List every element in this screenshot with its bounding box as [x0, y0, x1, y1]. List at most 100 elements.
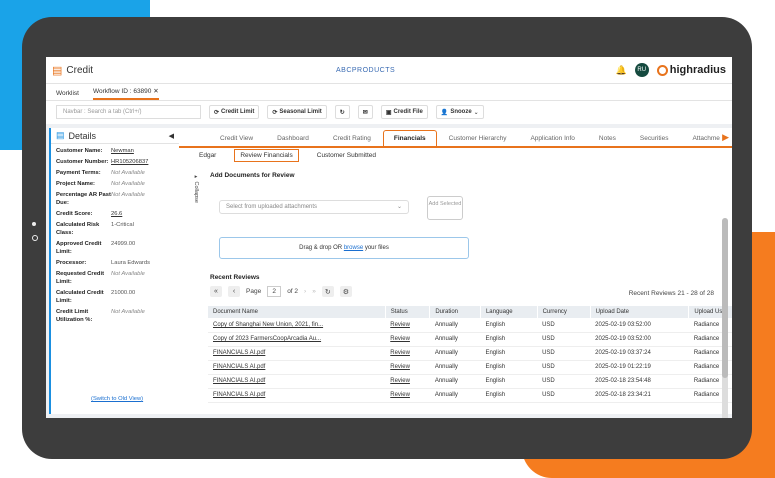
column-header[interactable]: Language [480, 306, 538, 318]
tab-financials[interactable]: Financials [382, 130, 437, 146]
detail-label: Customer Number: [56, 159, 109, 165]
detail-value: 24999.00 [111, 241, 136, 247]
table-cell: Annually [429, 360, 481, 375]
chevron-right-icon[interactable]: ▶ [722, 132, 729, 143]
detail-row: Customer Number: HR105206837 [51, 158, 179, 166]
column-header[interactable]: Duration [429, 306, 481, 318]
bell-icon[interactable]: 🔔 [616, 65, 627, 76]
document-link[interactable]: FINANCIALS AI.pdf [208, 360, 386, 375]
detail-value[interactable]: Newman [111, 147, 134, 155]
document-link[interactable]: FINANCIALS AI.pdf [208, 374, 386, 389]
page-input[interactable]: 2 [267, 286, 282, 297]
review-link[interactable]: Review [385, 388, 430, 403]
document-link[interactable]: Copy of 2023 FarmersCoopArcadia Au... [208, 332, 386, 347]
document-link[interactable]: Copy of Shanghai New Union, 2021, fin... [208, 318, 386, 333]
table-row[interactable]: Copy of Shanghai New Union, 2021, fin...… [208, 318, 732, 333]
refresh-button[interactable]: ↻ [321, 286, 334, 297]
next-page-button[interactable]: › [304, 288, 306, 295]
detail-row: Percentage AR Past Due: Not Available [51, 191, 179, 207]
tab-notes[interactable]: Notes [587, 135, 628, 146]
tab-customer-hierarchy[interactable]: Customer Hierarchy [437, 135, 519, 146]
detail-value[interactable]: 26.6 [111, 210, 122, 218]
subtab-edgar[interactable]: Edgar [199, 152, 216, 159]
credit-file-button[interactable]: ▣ Credit File [380, 105, 428, 119]
detail-row: Project Name: Not Available [51, 180, 179, 188]
review-link[interactable]: Review [385, 374, 430, 389]
table-row[interactable]: FINANCIALS AI.pdf Review Annually English US… [208, 374, 732, 389]
column-header[interactable]: Document Name [208, 306, 386, 318]
credit-limit-button[interactable]: ⟳ Credit Limit [209, 105, 260, 119]
snooze-button[interactable]: 👤 Snooze ⌄ [435, 105, 484, 119]
detail-label: Credit Limit Utilization %: [56, 309, 93, 323]
attachment-select[interactable]: Select from uploaded attachments ⌄ [219, 200, 409, 214]
detail-value: Not Available [111, 271, 145, 277]
review-link[interactable]: Review [385, 360, 430, 375]
switch-old-view-link[interactable]: (Switch to Old View) [91, 396, 143, 402]
subtab-review-financials[interactable]: Review Financials [234, 148, 299, 162]
first-page-button[interactable]: « [210, 286, 222, 297]
detail-value: Laura Edwards [111, 260, 150, 266]
tab-dashboard[interactable]: Dashboard [265, 135, 321, 146]
table-cell: Annually [429, 332, 481, 347]
last-page-button[interactable]: » [312, 288, 316, 295]
details-title: Details [68, 130, 97, 141]
app-title: Credit [66, 64, 94, 76]
mail-button[interactable]: ✉ [357, 105, 373, 119]
tab-application-info[interactable]: Application Info [518, 135, 586, 146]
tab-workflow[interactable]: Workflow ID : 63890 ✕ [93, 87, 159, 100]
table-cell: 2025-02-19 01:22:19 [590, 360, 689, 375]
credit-app-icon: ▤ [52, 64, 63, 77]
table-cell: USD [537, 346, 591, 361]
detail-label: Customer Name: [56, 148, 103, 154]
detail-row: Payment Terms: Not Available [51, 169, 179, 177]
chevron-down-icon: ⌄ [396, 204, 402, 210]
tab-worklist[interactable]: Worklist [56, 90, 79, 100]
review-link[interactable]: Review [385, 346, 430, 361]
seasonal-limit-button[interactable]: ⟳ Seasonal Limit [267, 105, 327, 119]
tablet-sensor-dot [32, 235, 38, 241]
review-link[interactable]: Review [385, 318, 430, 333]
refresh-icon: ⟳ [272, 109, 278, 116]
table-cell: English [480, 360, 538, 375]
table-row[interactable]: Copy of 2023 FarmersCoopArcadia Au... Rev… [208, 332, 732, 347]
reload-icon: ↻ [339, 109, 345, 116]
add-selected-button[interactable]: Add Selected [427, 196, 463, 220]
add-documents-heading: Add Documents for Review [210, 172, 295, 179]
tab-credit-rating[interactable]: Credit Rating [321, 135, 383, 146]
prev-page-button[interactable]: ‹ [228, 286, 240, 297]
details-header: ▤ Details ◀ [51, 128, 179, 144]
subtab-customer-submitted[interactable]: Customer Submitted [317, 152, 376, 159]
browse-link[interactable]: browse [344, 245, 363, 251]
collapse-left-icon[interactable]: ◀ [169, 132, 174, 140]
column-header[interactable]: Upload Date [590, 306, 690, 318]
column-header[interactable]: Currency [537, 306, 591, 318]
document-link[interactable]: FINANCIALS AI.pdf [208, 388, 386, 403]
detail-row: Credit Score: 26.6 [51, 210, 179, 218]
table-cell: USD [537, 374, 591, 389]
close-icon[interactable]: ✕ [153, 88, 158, 95]
document-link[interactable]: FINANCIALS AI.pdf [208, 346, 386, 361]
table-row[interactable]: FINANCIALS AI.pdf Review Annually English US… [208, 346, 732, 361]
review-link[interactable]: Review [385, 332, 430, 347]
file-dropzone[interactable]: Drag & drop OR browse your files [219, 237, 469, 259]
avatar[interactable]: RU [634, 63, 649, 77]
main-panel: Credit View Dashboard Credit Rating Financi… [179, 128, 732, 418]
tab-securities[interactable]: Securities [628, 135, 681, 146]
tab-credit-view[interactable]: Credit View [208, 135, 265, 146]
search-input[interactable]: Navbar : Search a tab (Ctrl+/) [56, 105, 201, 119]
main-tabs: Credit View Dashboard Credit Rating Financi… [179, 128, 732, 148]
record-count: Recent Reviews 21 - 28 of 28 [628, 290, 714, 297]
table-row[interactable]: FINANCIALS AI.pdf Review Annually English US… [208, 388, 732, 403]
table-cell: 2025-02-19 03:52:00 [590, 332, 689, 347]
scrollbar[interactable] [722, 218, 728, 418]
column-header[interactable]: Status [385, 306, 431, 318]
table-cell: English [480, 388, 538, 403]
detail-label: Percentage AR Past Due: [56, 192, 111, 206]
table-row[interactable]: FINANCIALS AI.pdf Review Annually English US… [208, 360, 732, 375]
table-cell: 2025-02-18 23:54:48 [590, 374, 689, 389]
reload-button[interactable]: ↻ [334, 105, 350, 119]
collapse-toggle[interactable]: ▸ Collapse [193, 174, 199, 203]
detail-label: Approved Credit Limit: [56, 241, 102, 255]
settings-icon[interactable]: ⚙ [339, 286, 352, 297]
detail-value[interactable]: HR105206837 [111, 158, 148, 166]
